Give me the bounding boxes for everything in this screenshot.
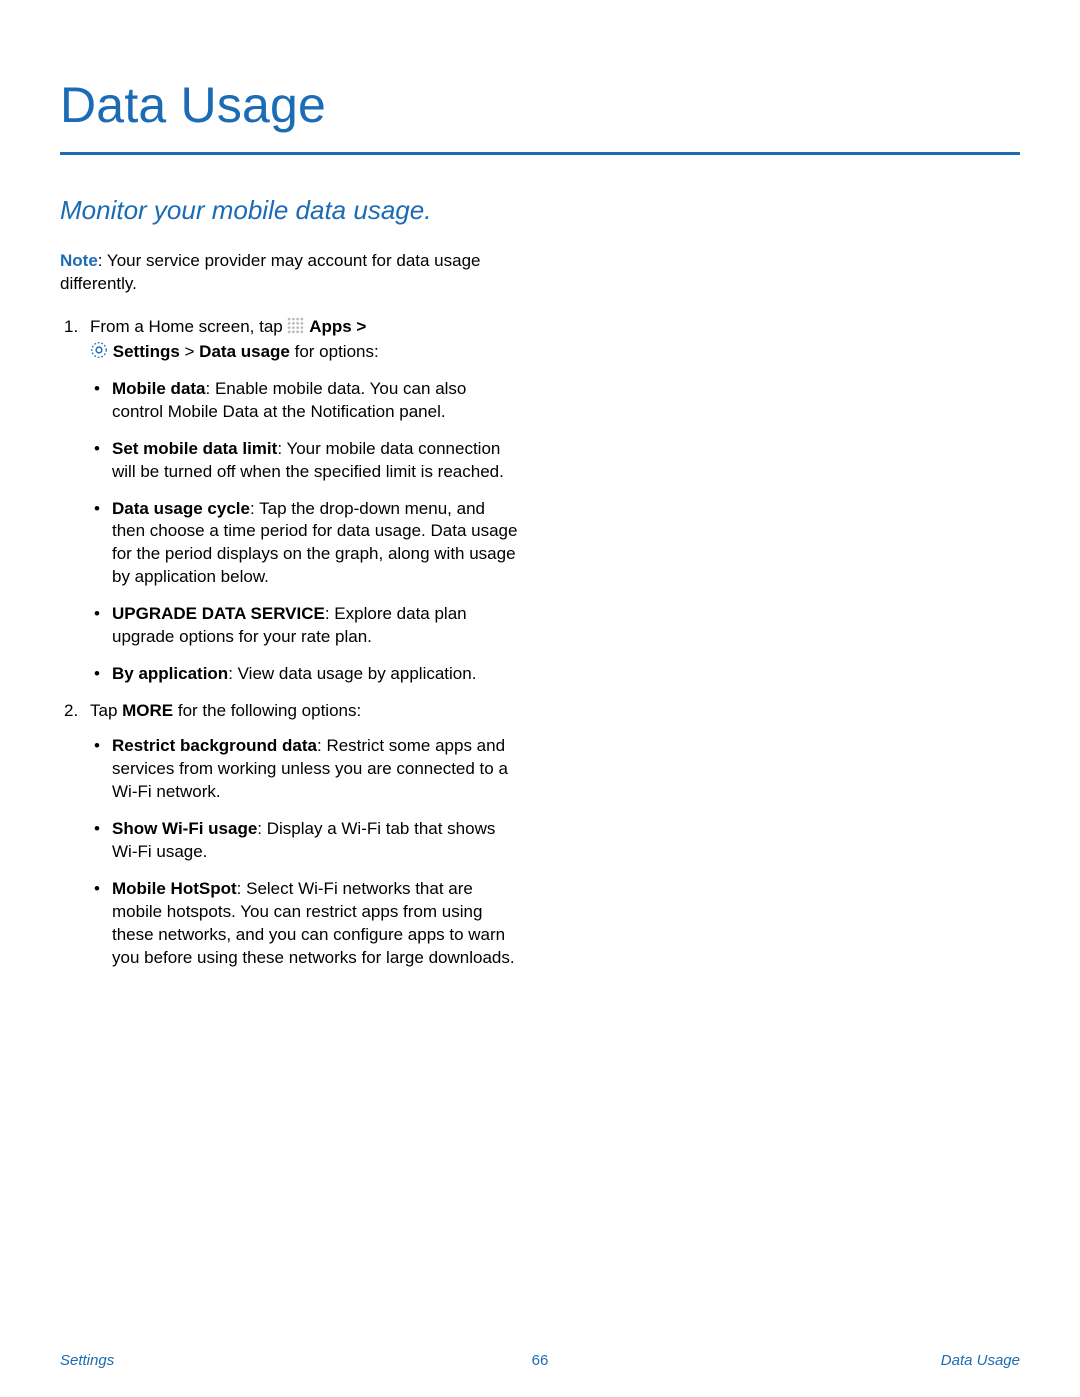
step-number: 1. [64,316,78,339]
step-2: 2. Tap MORE for the following options: R… [60,700,520,969]
step-1-intro: From a Home screen, tap Apps > [90,316,520,366]
note-text: : Your service provider may account for … [60,251,481,293]
step-number: 2. [64,700,78,723]
bullet-mobile-data: Mobile data: Enable mobile data. You can… [90,378,520,424]
content-column: Note: Your service provider may account … [60,250,520,969]
bullet-show-wifi-usage: Show Wi-Fi usage: Display a Wi-Fi tab th… [90,818,520,864]
bullet-set-mobile-data-limit: Set mobile data limit: Your mobile data … [90,438,520,484]
footer-right: Data Usage [941,1352,1020,1369]
step-1-bullets: Mobile data: Enable mobile data. You can… [90,378,520,686]
note-paragraph: Note: Your service provider may account … [60,250,520,296]
note-label: Note [60,251,98,270]
bullet-mobile-hotspot: Mobile HotSpot: Select Wi-Fi networks th… [90,878,520,970]
sep-arrow-1: > [352,317,367,336]
data-usage-label: Data usage [199,342,290,361]
bullet-upgrade-data-service: UPGRADE DATA SERVICE: Explore data plan … [90,603,520,649]
step-1-text-b: for options: [290,342,379,361]
page-title: Data Usage [60,76,1020,134]
step-1-text-a: From a Home screen, tap [90,317,287,336]
step-2-bullets: Restrict background data: Restrict some … [90,735,520,969]
settings-label: Settings [113,342,180,361]
title-divider [60,152,1020,155]
page-subtitle: Monitor your mobile data usage. [60,195,1020,226]
apps-label: Apps [309,317,352,336]
step-1: 1. From a Home screen, tap [60,316,520,686]
document-page: Data Usage Monitor your mobile data usag… [0,0,1080,1397]
settings-gear-icon [90,341,108,366]
bullet-data-usage-cycle: Data usage cycle: Tap the drop-down menu… [90,498,520,590]
step-2-intro: Tap MORE for the following options: [90,700,520,723]
footer-left: Settings [60,1352,114,1369]
steps-list: 1. From a Home screen, tap [60,316,520,970]
apps-grid-icon [287,317,304,341]
footer-page-number: 66 [532,1352,549,1369]
sep-arrow-2: > [180,342,199,361]
bullet-restrict-background-data: Restrict background data: Restrict some … [90,735,520,804]
step-2-text-b: for the following options: [173,701,361,720]
page-footer: Settings 66 Data Usage [60,1352,1020,1369]
bullet-by-application: By application: View data usage by appli… [90,663,520,686]
step-2-text-a: Tap [90,701,122,720]
more-label: MORE [122,701,173,720]
